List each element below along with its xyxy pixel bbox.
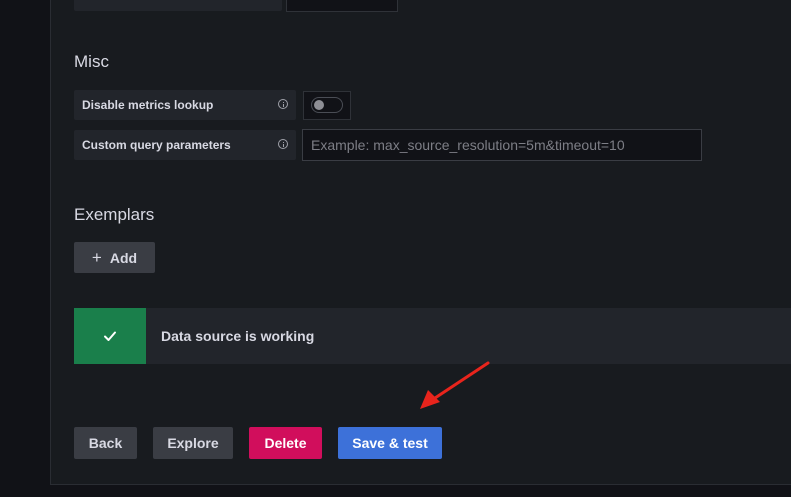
disable-metrics-lookup-text: Disable metrics lookup <box>82 98 214 112</box>
misc-section-title: Misc <box>74 52 109 71</box>
previous-field-label <box>74 0 282 11</box>
annotation-arrow-icon <box>420 361 490 409</box>
explore-button[interactable]: Explore <box>153 427 233 459</box>
status-message: Data source is working <box>161 328 315 344</box>
disable-metrics-lookup-toggle-container <box>303 91 351 120</box>
custom-query-parameters-label: Custom query parameters <box>74 130 296 160</box>
plus-icon: + <box>91 248 102 267</box>
info-icon[interactable] <box>278 99 288 109</box>
custom-query-parameters-input[interactable] <box>302 129 702 161</box>
back-button[interactable]: Back <box>74 427 137 459</box>
checkmark-icon <box>104 331 116 341</box>
toggle-knob <box>314 100 324 110</box>
exemplars-section-title: Exemplars <box>74 205 155 224</box>
add-exemplar-label: Add <box>109 249 138 266</box>
previous-field-input[interactable] <box>286 0 398 12</box>
disable-metrics-lookup-toggle[interactable] <box>311 97 343 113</box>
custom-query-parameters-text: Custom query parameters <box>82 138 231 152</box>
add-exemplar-button[interactable]: + Add <box>74 242 155 273</box>
disable-metrics-lookup-label: Disable metrics lookup <box>74 90 296 120</box>
left-gutter <box>0 0 50 497</box>
delete-button[interactable]: Delete <box>249 427 322 459</box>
success-icon-box <box>74 308 146 364</box>
save-and-test-button[interactable]: Save & test <box>338 427 442 459</box>
info-icon[interactable] <box>278 139 288 149</box>
